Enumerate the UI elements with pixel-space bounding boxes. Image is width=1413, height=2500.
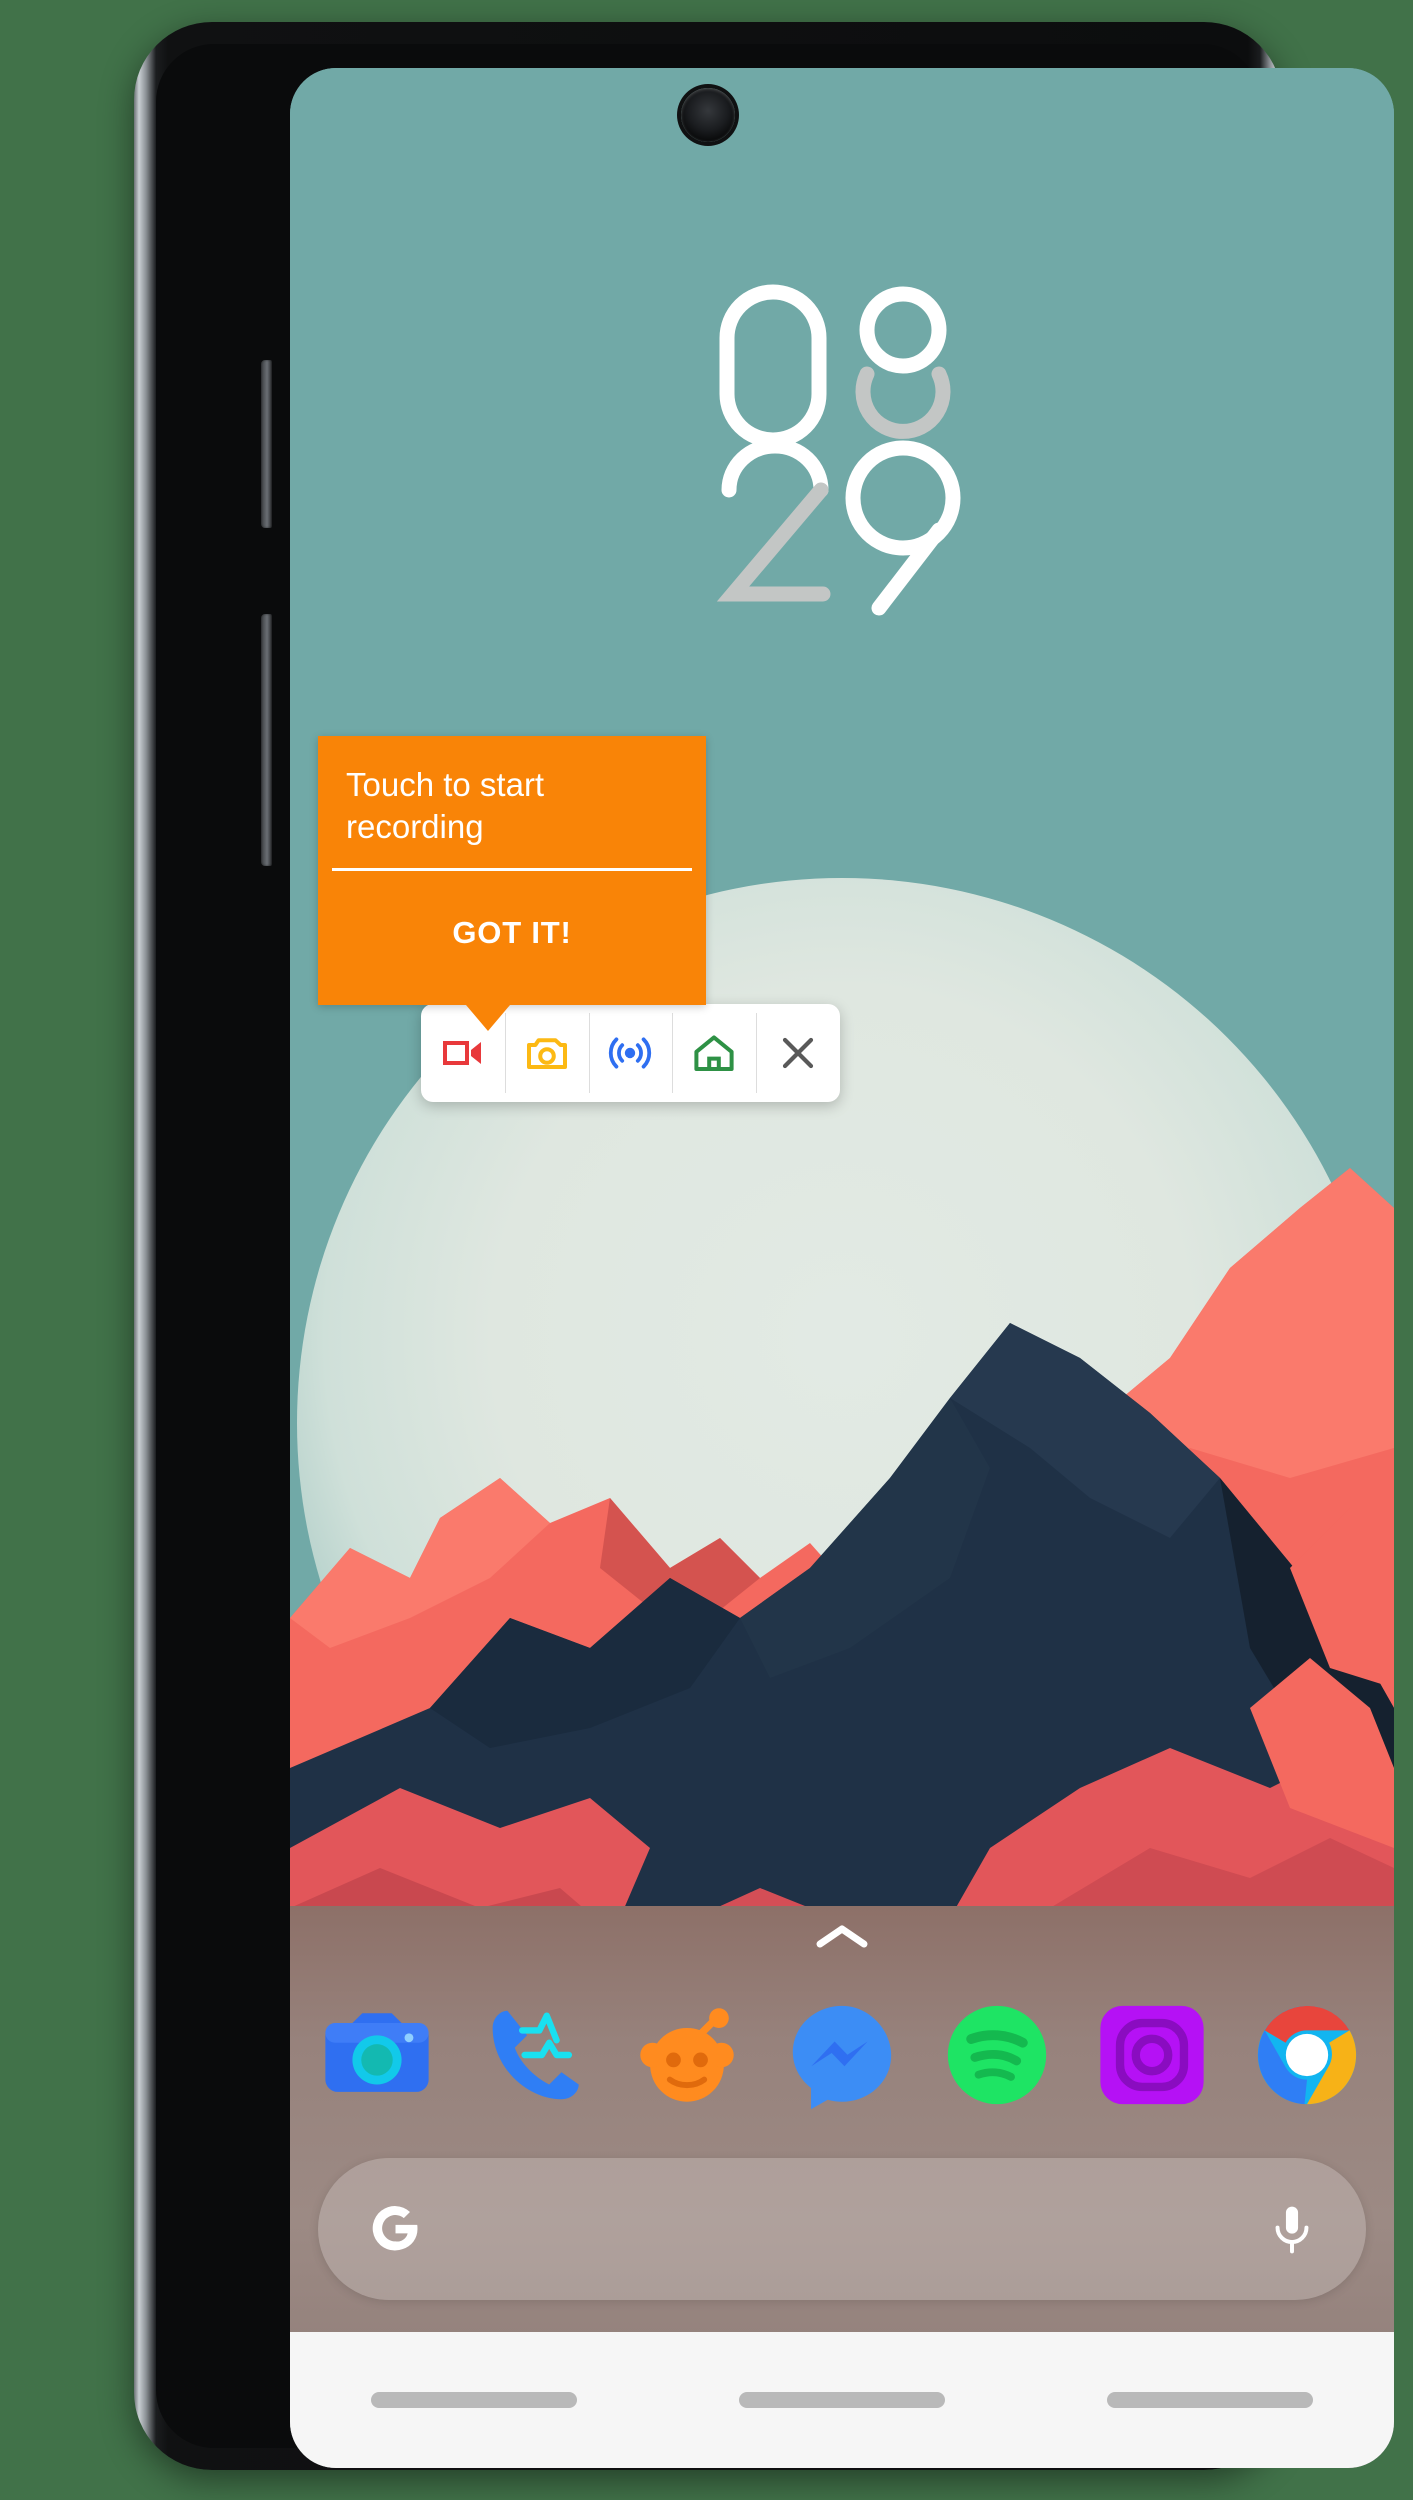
- clock-minute-digit-1-bottom: [716, 482, 831, 602]
- messenger-app-icon[interactable]: [783, 1996, 901, 2114]
- camera-icon: [526, 1038, 567, 1069]
- volume-button[interactable]: [261, 614, 272, 866]
- close-icon: [782, 1037, 814, 1069]
- screenshot-button[interactable]: [504, 1004, 589, 1102]
- chrome-app-icon[interactable]: [1248, 1996, 1366, 2114]
- wallpaper-mountains: [290, 1168, 1394, 1988]
- close-button[interactable]: [756, 1004, 840, 1102]
- nav-back-button[interactable]: [1107, 2392, 1313, 2408]
- clock-digits: [716, 284, 961, 616]
- videocam-icon: [442, 1041, 481, 1065]
- google-g-icon: [372, 2206, 418, 2251]
- broadcast-icon: [609, 1037, 652, 1069]
- home-icon: [694, 1035, 734, 1071]
- phone-screen[interactable]: Touch to start recording GOT IT!: [290, 68, 1394, 2468]
- clock-hour-digit-1: [719, 284, 827, 448]
- dock: [290, 1996, 1394, 2114]
- home-button[interactable]: [672, 1004, 756, 1102]
- spotify-app-icon[interactable]: [938, 1996, 1056, 2114]
- clock-minute-digit-1-top: [721, 438, 829, 498]
- front-camera-icon: [681, 88, 735, 142]
- search-input[interactable]: [426, 2158, 1264, 2300]
- nav-recents-button[interactable]: [371, 2392, 577, 2408]
- coach-tooltip-arrow: [466, 1005, 510, 1032]
- reddit-app-icon[interactable]: [628, 1996, 746, 2114]
- chevron-up-icon: [816, 1925, 868, 1948]
- nav-home-button[interactable]: [739, 2392, 945, 2408]
- coach-tooltip-message: Touch to start recording: [346, 766, 545, 846]
- got-it-button[interactable]: GOT IT!: [318, 871, 706, 1005]
- app-drawer-handle[interactable]: [813, 1920, 871, 1959]
- coach-tooltip: Touch to start recording GOT IT!: [318, 736, 706, 1032]
- bixby-button[interactable]: [261, 360, 272, 528]
- clock-hour-digit-2-top: [859, 286, 947, 374]
- phone-frame: Touch to start recording GOT IT!: [134, 22, 1394, 2470]
- phone-app-icon[interactable]: [473, 1996, 591, 2114]
- instagram-app-icon[interactable]: [1093, 1996, 1211, 2114]
- camera-app-icon[interactable]: [318, 1996, 436, 2114]
- clock-widget[interactable]: [290, 278, 1394, 628]
- clock-hour-digit-2-bottom: [855, 366, 951, 439]
- microphone-icon[interactable]: [1264, 2201, 1320, 2257]
- google-search-bar[interactable]: [318, 2158, 1366, 2300]
- navigation-bar: [290, 2332, 1394, 2468]
- live-broadcast-button[interactable]: [588, 1004, 673, 1102]
